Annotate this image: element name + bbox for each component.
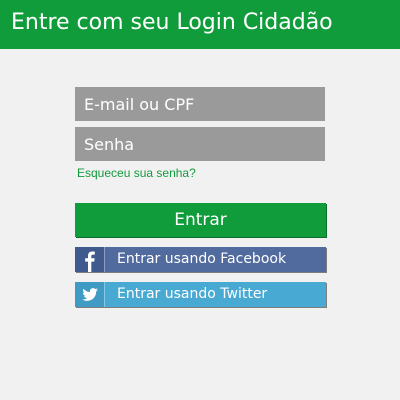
divider bbox=[104, 282, 105, 307]
divider bbox=[104, 247, 105, 272]
page-title: Entre com seu Login Cidadão bbox=[11, 10, 333, 35]
login-button[interactable]: Entrar bbox=[75, 203, 326, 237]
facebook-login-button[interactable]: Entrar usando Facebook bbox=[75, 247, 326, 272]
twitter-login-button[interactable]: Entrar usando Twitter bbox=[75, 282, 326, 307]
twitter-icon bbox=[75, 282, 104, 307]
facebook-icon bbox=[75, 247, 104, 272]
facebook-button-label: Entrar usando Facebook bbox=[117, 251, 287, 267]
header-bar: Entre com seu Login Cidadão bbox=[0, 0, 400, 49]
email-cpf-field[interactable] bbox=[75, 87, 325, 121]
forgot-password-link[interactable]: Esqueceu sua senha? bbox=[77, 166, 196, 180]
password-field[interactable] bbox=[75, 127, 325, 161]
twitter-button-label: Entrar usando Twitter bbox=[117, 286, 268, 302]
